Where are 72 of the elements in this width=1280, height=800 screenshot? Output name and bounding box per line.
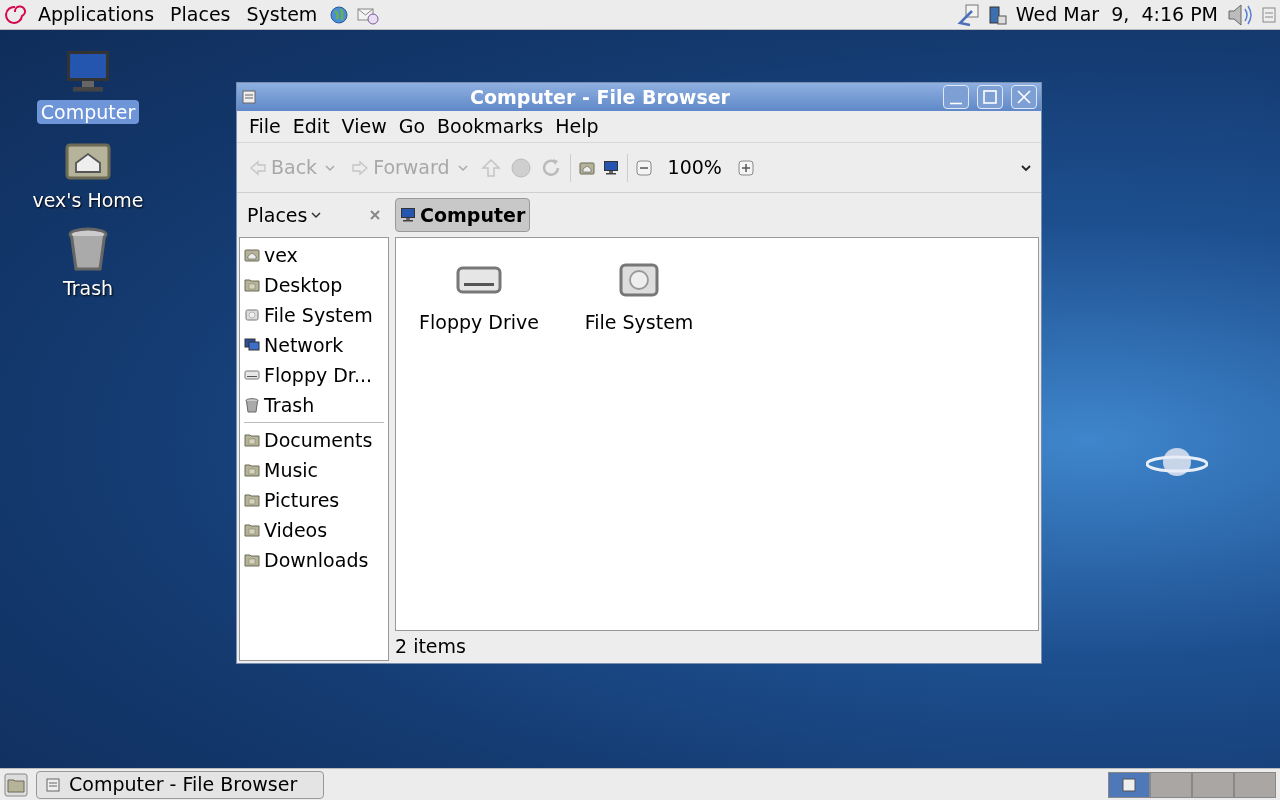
folder-icon [244,432,260,448]
menu-item[interactable]: Bookmarks [433,112,548,141]
folder-icon [244,492,260,508]
sidebar-item[interactable]: Music [240,455,388,485]
menu-item[interactable]: View [337,112,391,141]
globe-icon[interactable] [329,4,350,25]
computer-icon [602,159,619,176]
minimize-icon [948,101,964,105]
workspace-button[interactable] [1108,771,1150,798]
right-arrow-icon [351,159,370,176]
maximize-icon [982,89,998,105]
floppy-drive-icon [244,367,260,383]
workspace-button[interactable] [1150,771,1192,798]
taskbar-button[interactable]: Computer - File Browser [36,770,324,799]
workspace-button[interactable] [1192,771,1234,798]
zoom-level: 100% [666,155,723,181]
caret-icon [325,163,336,172]
close-button[interactable] [1011,85,1037,109]
computers-icon [244,337,260,353]
zoom-in-icon[interactable] [737,159,754,176]
folder-icon [244,462,260,478]
speaker-icon[interactable] [1226,2,1254,27]
maximize-button[interactable] [977,85,1003,109]
window-menu-icon[interactable] [241,89,257,105]
sidebar-item[interactable]: Pictures [240,485,388,515]
folder-icon [244,277,260,293]
workspace-button[interactable] [1234,771,1276,798]
file-icon-label[interactable]: Floppy Drive [419,308,539,337]
home-folder-icon [578,159,595,176]
computer-icon [400,207,416,223]
panel-menu[interactable]: Applications [34,0,159,29]
status-text: 2 items [395,633,466,659]
caret-icon [311,211,322,219]
menu-item[interactable]: File [245,112,285,141]
drive-icon [244,307,260,323]
places-dropdown[interactable]: Places [247,200,322,230]
show-desktop-icon[interactable] [4,772,28,797]
home-folder-icon [244,247,260,263]
file-icon-label[interactable]: File System [584,308,694,337]
sidebar-item[interactable]: Trash [240,390,388,420]
menu-item[interactable]: Go [394,112,430,141]
desktop-icon-label[interactable]: Trash [58,276,118,300]
close-icon[interactable] [369,209,381,221]
desktop-icon-label[interactable]: vex's Home [28,188,148,212]
clock[interactable]: Wed Mar 9, 4:16 PM [1015,0,1218,29]
stop-icon[interactable] [509,156,532,179]
minimize-button[interactable] [943,85,969,109]
window-icon [45,776,61,793]
sidebar-item[interactable]: Downloads [240,545,388,575]
panel-menu[interactable]: System [242,0,322,29]
sidebar-item[interactable]: Documents [240,425,388,455]
sidebar-item[interactable]: Network [240,330,388,360]
sidebar-item[interactable]: Videos [240,515,388,545]
menu-item[interactable]: Help [551,112,603,141]
window-icon [1122,777,1136,792]
folder-icon [244,522,260,538]
sidebar-item[interactable]: vex [240,240,388,270]
window-title: Computer - File Browser [469,84,731,110]
window-list-icon[interactable] [1262,6,1276,23]
close-icon [1016,89,1032,105]
path-button[interactable]: Computer [395,198,531,232]
left-arrow-icon [249,159,267,176]
zoom-out-icon[interactable] [635,159,652,176]
sidebar-item[interactable]: File System [240,300,388,330]
sidebar-item[interactable]: Floppy Dr... [240,360,388,390]
panel-menu[interactable]: Places [166,0,235,29]
folder-icon [244,552,260,568]
trash-icon [244,397,260,413]
caret-icon [457,163,468,172]
swirl-logo-icon [4,3,26,26]
menu-item[interactable]: Edit [288,112,334,141]
sidebar-item[interactable]: Desktop [240,270,388,300]
